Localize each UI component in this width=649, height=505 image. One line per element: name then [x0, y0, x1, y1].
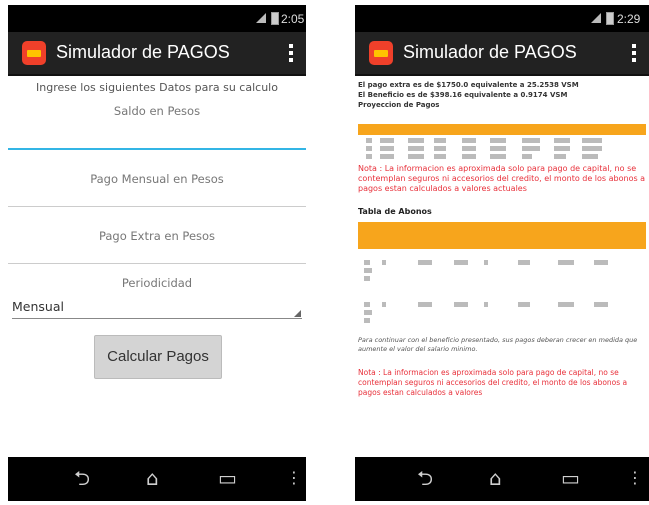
status-time: 2:29: [617, 12, 641, 26]
action-bar: Simulador de PAGOS: [355, 32, 649, 76]
status-bar: 2:05: [8, 5, 306, 32]
signal-icon: [256, 13, 266, 23]
abonos-table-header: [358, 222, 646, 249]
periodicidad-value: Mensual: [12, 299, 64, 314]
back-icon[interactable]: ⮌: [74, 467, 90, 489]
intro-text: Ingrese los siguientes Datos para su cal…: [36, 81, 278, 94]
projection-table-header: [358, 124, 646, 135]
nav-bar: ⮌ ⌂ ▭ ⋮: [8, 457, 306, 501]
periodicidad-select[interactable]: Mensual: [12, 298, 302, 319]
signal-icon: [591, 13, 601, 23]
table-row: [358, 276, 646, 282]
disclaimer-note-2: Nota : La informacion es aproximada solo…: [358, 368, 628, 397]
beneficio-summary: El Beneficio es de $398.16 equivalente a…: [358, 91, 568, 99]
home-icon[interactable]: ⌂: [489, 467, 502, 489]
app-title: Simulador de PAGOS: [403, 42, 577, 62]
overflow-menu-icon[interactable]: [288, 42, 294, 64]
status-time: 2:05: [281, 12, 305, 26]
saldo-placeholder: Saldo en Pesos: [113, 104, 201, 118]
table-row: [358, 318, 646, 324]
form-content: Ingrese los siguientes Datos para su cal…: [8, 76, 306, 457]
app-title: Simulador de PAGOS: [56, 42, 230, 62]
pago-mensual-placeholder: Pago Mensual en Pesos: [90, 172, 224, 186]
phone-left-screen: 2:05 Simulador de PAGOS Ingrese los sigu…: [8, 5, 306, 501]
disclaimer-note: Nota : La informacion es aproximada solo…: [358, 164, 646, 193]
menu-icon[interactable]: ⋮: [627, 467, 643, 489]
table-row: [358, 268, 646, 274]
table-row: [358, 146, 646, 152]
saldo-input[interactable]: Saldo en Pesos: [8, 94, 306, 150]
app-icon: [22, 41, 46, 65]
table-row: [358, 310, 646, 316]
table-row: [358, 138, 646, 144]
tabla-abonos-title: Tabla de Abonos: [358, 207, 432, 216]
pago-mensual-input[interactable]: Pago Mensual en Pesos: [8, 150, 306, 207]
back-icon[interactable]: ⮌: [417, 467, 433, 489]
battery-icon: [606, 12, 614, 25]
recent-apps-icon[interactable]: ▭: [561, 467, 580, 489]
pago-extra-input[interactable]: Pago Extra en Pesos: [8, 207, 306, 264]
recent-apps-icon[interactable]: ▭: [218, 467, 237, 489]
table-row: [358, 154, 646, 160]
menu-icon[interactable]: ⋮: [286, 467, 302, 489]
proyeccion-title: Proyeccion de Pagos: [358, 101, 440, 109]
nav-bar: ⮌ ⌂ ▭ ⋮: [355, 457, 649, 501]
beneficio-footer-text: Para continuar con el beneficio presenta…: [358, 336, 638, 353]
app-icon: [369, 41, 393, 65]
phone-right-screen: 2:29 Simulador de PAGOS El pago extra es…: [355, 5, 649, 501]
overflow-menu-icon[interactable]: [631, 42, 637, 64]
status-bar: 2:29: [355, 5, 649, 32]
battery-icon: [271, 12, 279, 25]
pago-extra-placeholder: Pago Extra en Pesos: [98, 229, 216, 243]
table-row: [358, 302, 646, 308]
results-content: El pago extra es de $1750.0 equivalente …: [355, 76, 649, 457]
action-bar: Simulador de PAGOS: [8, 32, 306, 76]
periodicidad-label: Periodicidad: [121, 276, 193, 290]
dropdown-caret-icon: [294, 310, 301, 317]
pago-extra-summary: El pago extra es de $1750.0 equivalente …: [358, 81, 579, 89]
home-icon[interactable]: ⌂: [146, 467, 159, 489]
calcular-pagos-button[interactable]: Calcular Pagos: [94, 335, 222, 379]
table-row: [358, 260, 646, 266]
